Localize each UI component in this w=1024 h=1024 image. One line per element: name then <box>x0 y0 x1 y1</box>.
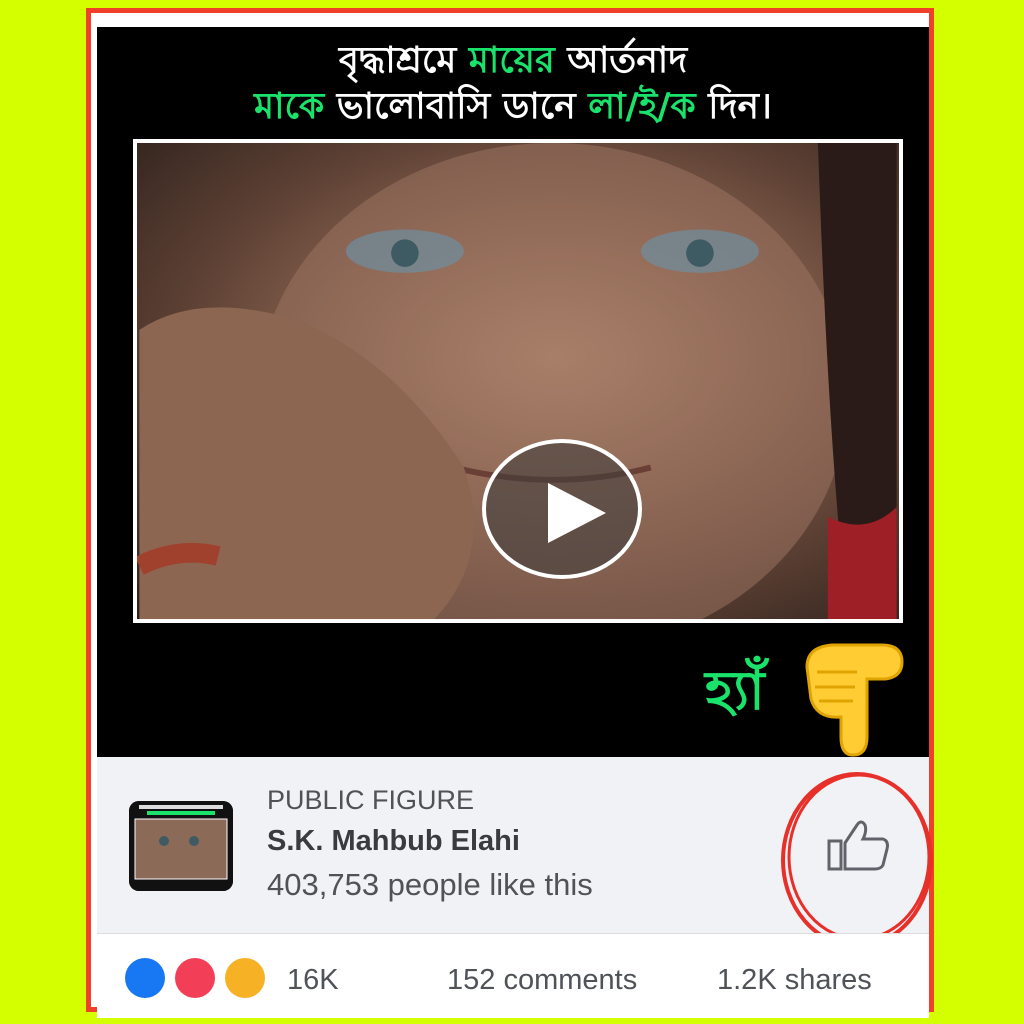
post-frame: বৃদ্ধাশ্রমে মায়ের আর্তনাদ মাকে ভালোবাসি… <box>86 8 934 1018</box>
thumbs-up-icon[interactable] <box>827 817 891 873</box>
shares-count[interactable]: 1.2K shares <box>717 964 872 997</box>
play-icon[interactable] <box>482 439 642 579</box>
page-avatar[interactable] <box>129 801 233 891</box>
avatar-image <box>129 801 233 891</box>
headline-highlight: লা/ই/ক <box>588 86 696 127</box>
headline-text: দিন। <box>695 86 772 127</box>
page-name[interactable]: S.K. Mahbub Elahi <box>267 825 520 858</box>
pointing-down-hand-icon <box>805 643 904 757</box>
page-likes-count: 403,753 people like this <box>267 867 593 902</box>
headline-line-2: মাকে ভালোবাসি ডানে লা/ই/ক দিন। <box>97 83 929 131</box>
headline-highlight: মায়ের <box>468 40 555 81</box>
page-category: PUBLIC FIGURE <box>267 785 475 815</box>
headline-highlight: মাকে <box>254 86 325 127</box>
sad-reaction-icon[interactable] <box>225 958 265 998</box>
page-info-card[interactable]: PUBLIC FIGURE S.K. Mahbub Elahi 403,753 … <box>97 757 933 948</box>
video-media[interactable]: বৃদ্ধাশ্রমে মায়ের আর্তনাদ মাকে ভালোবাসি… <box>97 27 929 757</box>
reactions-count[interactable]: 16K <box>287 964 339 997</box>
headline: বৃদ্ধাশ্রমে মায়ের আর্তনাদ মাকে ভালোবাসি… <box>97 39 929 131</box>
comments-count[interactable]: 152 comments <box>447 964 637 997</box>
headline-text: আর্তনাদ <box>554 40 688 81</box>
headline-text: ভালোবাসি ডানে <box>324 86 589 127</box>
overlay-yes-text: হ্যাঁ <box>705 659 765 722</box>
headline-line-1: বৃদ্ধাশ্রমে মায়ের আর্তনাদ <box>97 39 929 83</box>
video-thumbnail[interactable] <box>133 139 903 623</box>
top-divider <box>91 13 929 23</box>
headline-text: বৃদ্ধাশ্রমে <box>338 40 469 81</box>
like-reaction-icon[interactable] <box>125 958 165 998</box>
love-reaction-icon[interactable] <box>175 958 215 998</box>
engagement-bar: 16K 152 comments 1.2K shares <box>97 933 929 1018</box>
